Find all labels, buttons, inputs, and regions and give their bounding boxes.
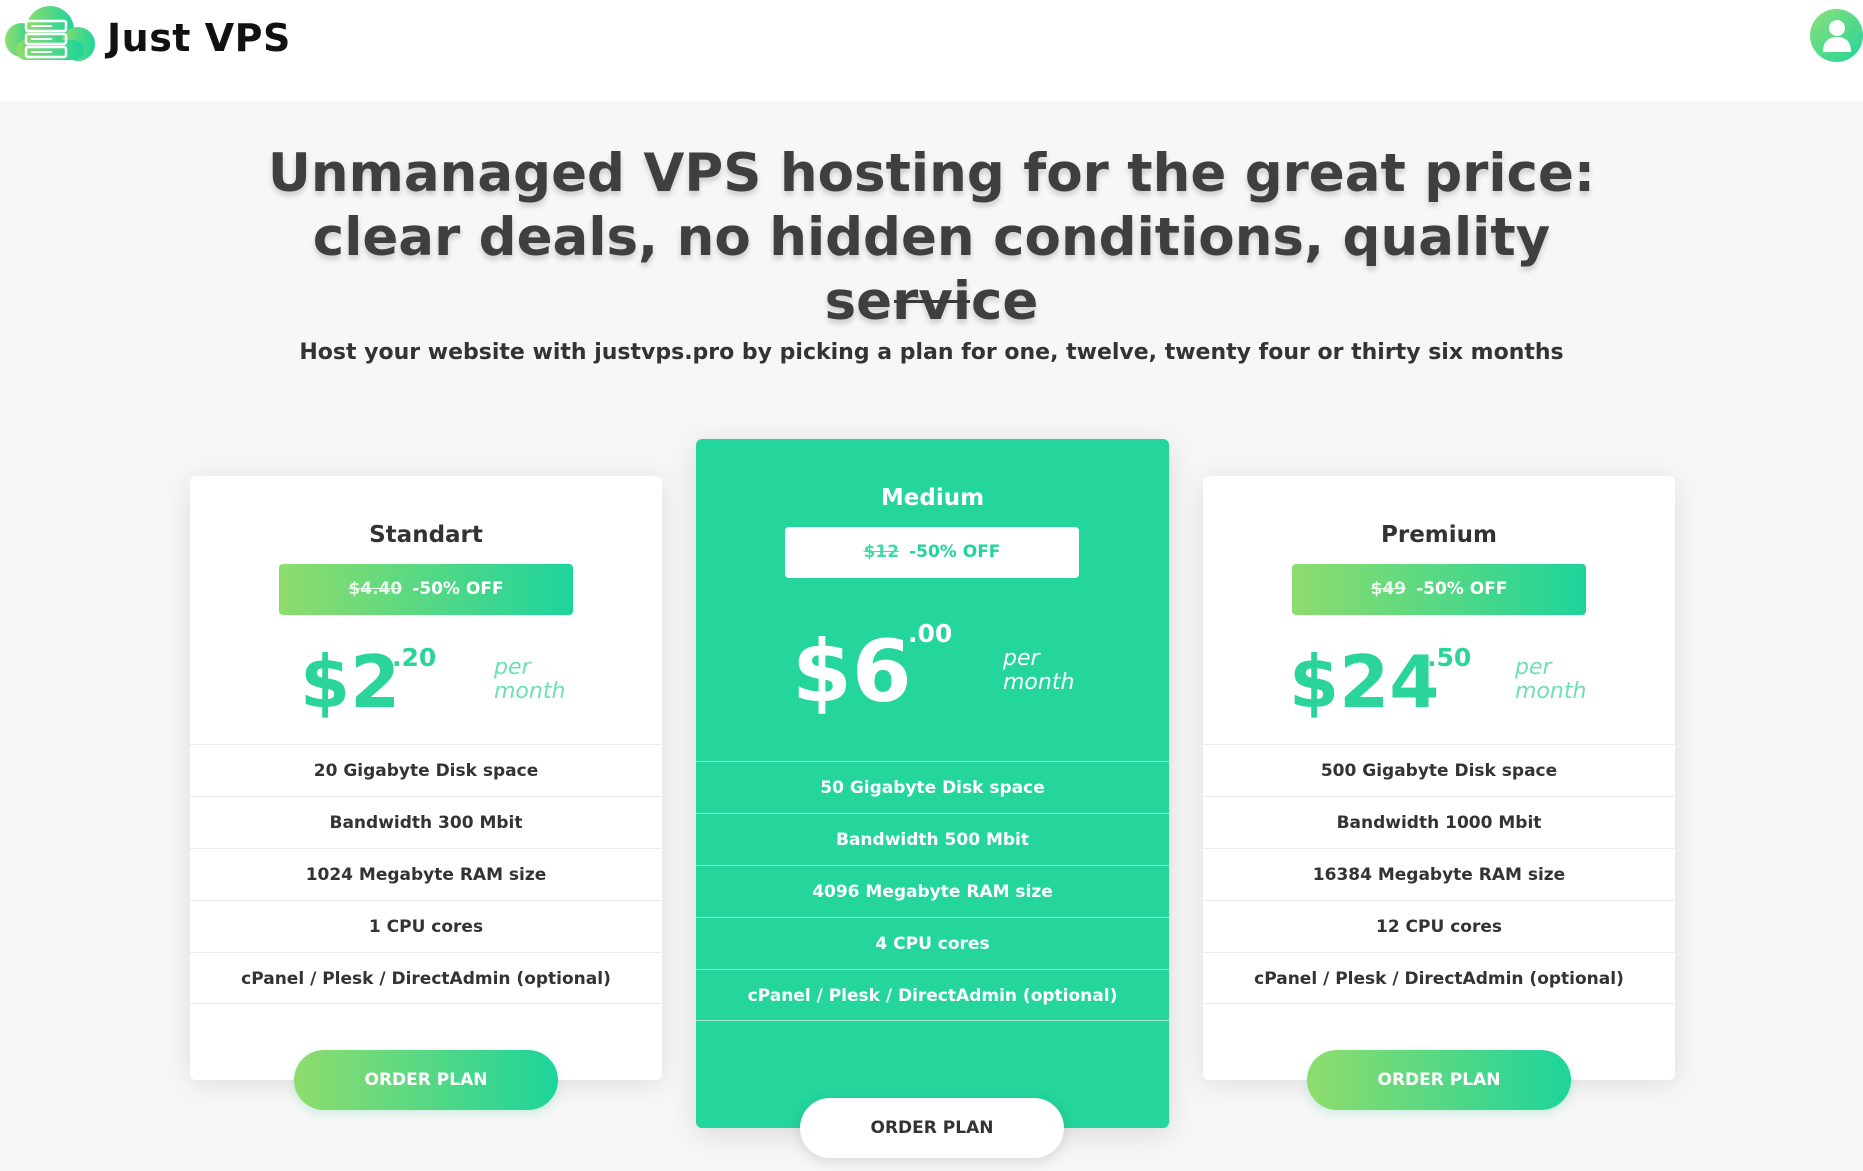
page-headline: Unmanaged VPS hosting for the great pric… xyxy=(267,143,1596,332)
feature-list: 500 Gigabyte Disk space Bandwidth 1000 M… xyxy=(1203,744,1675,1004)
order-plan-button[interactable]: ORDER PLAN xyxy=(800,1098,1064,1158)
price-main: $6 xyxy=(792,622,912,722)
feature-cpu: 12 CPU cores xyxy=(1203,900,1675,952)
per-label: per xyxy=(1003,646,1040,671)
feature-bandwidth: Bandwidth 500 Mbit xyxy=(696,813,1169,865)
top-header: Just VPS xyxy=(0,0,1863,101)
cloud-server-icon[interactable] xyxy=(2,4,98,70)
feature-ram: 16384 Megabyte RAM size xyxy=(1203,848,1675,900)
per-month: per month xyxy=(1515,656,1586,704)
feature-panel: cPanel / Plesk / DirectAdmin (optional) xyxy=(1203,952,1675,1004)
feature-cpu: 4 CPU cores xyxy=(696,917,1169,969)
old-price: $12 xyxy=(863,542,900,562)
feature-disk: 20 Gigabyte Disk space xyxy=(190,744,662,796)
plan-name: Standart xyxy=(369,522,483,548)
price-cents: .50 xyxy=(1427,643,1472,672)
feature-cpu: 1 CPU cores xyxy=(190,900,662,952)
price-main: $24 xyxy=(1289,640,1440,724)
discount-label: -50% OFF xyxy=(412,579,504,599)
discount-badge: $49 -50% OFF xyxy=(1292,564,1586,615)
feature-list: 50 Gigabyte Disk space Bandwidth 500 Mbi… xyxy=(696,761,1169,1021)
plan-card-standart: Standart $4.40 -50% OFF $2 .20 per month … xyxy=(190,476,662,1110)
price-cents: .00 xyxy=(908,619,953,648)
feature-ram: 4096 Megabyte RAM size xyxy=(696,865,1169,917)
headline-divider xyxy=(894,300,970,303)
feature-list: 20 Gigabyte Disk space Bandwidth 300 Mbi… xyxy=(190,744,662,1004)
old-price: $49 xyxy=(1370,579,1407,599)
plan-card-premium: Premium $49 -50% OFF $24 .50 per month 50… xyxy=(1203,476,1675,1110)
period-label: month xyxy=(1003,670,1075,695)
period-label: month xyxy=(494,679,566,704)
feature-bandwidth: Bandwidth 1000 Mbit xyxy=(1203,796,1675,848)
per-month: per month xyxy=(494,656,565,704)
brand-name[interactable]: Just VPS xyxy=(107,16,291,60)
order-plan-button[interactable]: ORDER PLAN xyxy=(294,1050,558,1110)
old-price: $4.40 xyxy=(348,579,403,599)
price-main: $2 xyxy=(300,640,401,724)
discount-label: -50% OFF xyxy=(909,542,1001,562)
order-plan-button[interactable]: ORDER PLAN xyxy=(1307,1050,1571,1110)
discount-badge: $12 -50% OFF xyxy=(785,527,1079,578)
per-month: per month xyxy=(1003,647,1074,695)
user-icon[interactable] xyxy=(1810,9,1863,62)
discount-badge: $4.40 -50% OFF xyxy=(279,564,573,615)
feature-panel: cPanel / Plesk / DirectAdmin (optional) xyxy=(190,952,662,1004)
per-label: per xyxy=(1515,655,1552,680)
price-cents: .20 xyxy=(392,643,437,672)
page-subtitle: Host your website with justvps.pro by pi… xyxy=(299,340,1564,365)
plan-name: Medium xyxy=(880,485,985,511)
plan-card-medium: Medium $12 -50% OFF $6 .00 per month 50 G… xyxy=(696,439,1169,1158)
feature-ram: 1024 Megabyte RAM size xyxy=(190,848,662,900)
discount-label: -50% OFF xyxy=(1416,579,1508,599)
period-label: month xyxy=(1515,679,1587,704)
feature-disk: 50 Gigabyte Disk space xyxy=(696,761,1169,813)
feature-panel: cPanel / Plesk / DirectAdmin (optional) xyxy=(696,969,1169,1021)
feature-disk: 500 Gigabyte Disk space xyxy=(1203,744,1675,796)
feature-bandwidth: Bandwidth 300 Mbit xyxy=(190,796,662,848)
per-label: per xyxy=(494,655,531,680)
plan-name: Premium xyxy=(1381,522,1497,548)
